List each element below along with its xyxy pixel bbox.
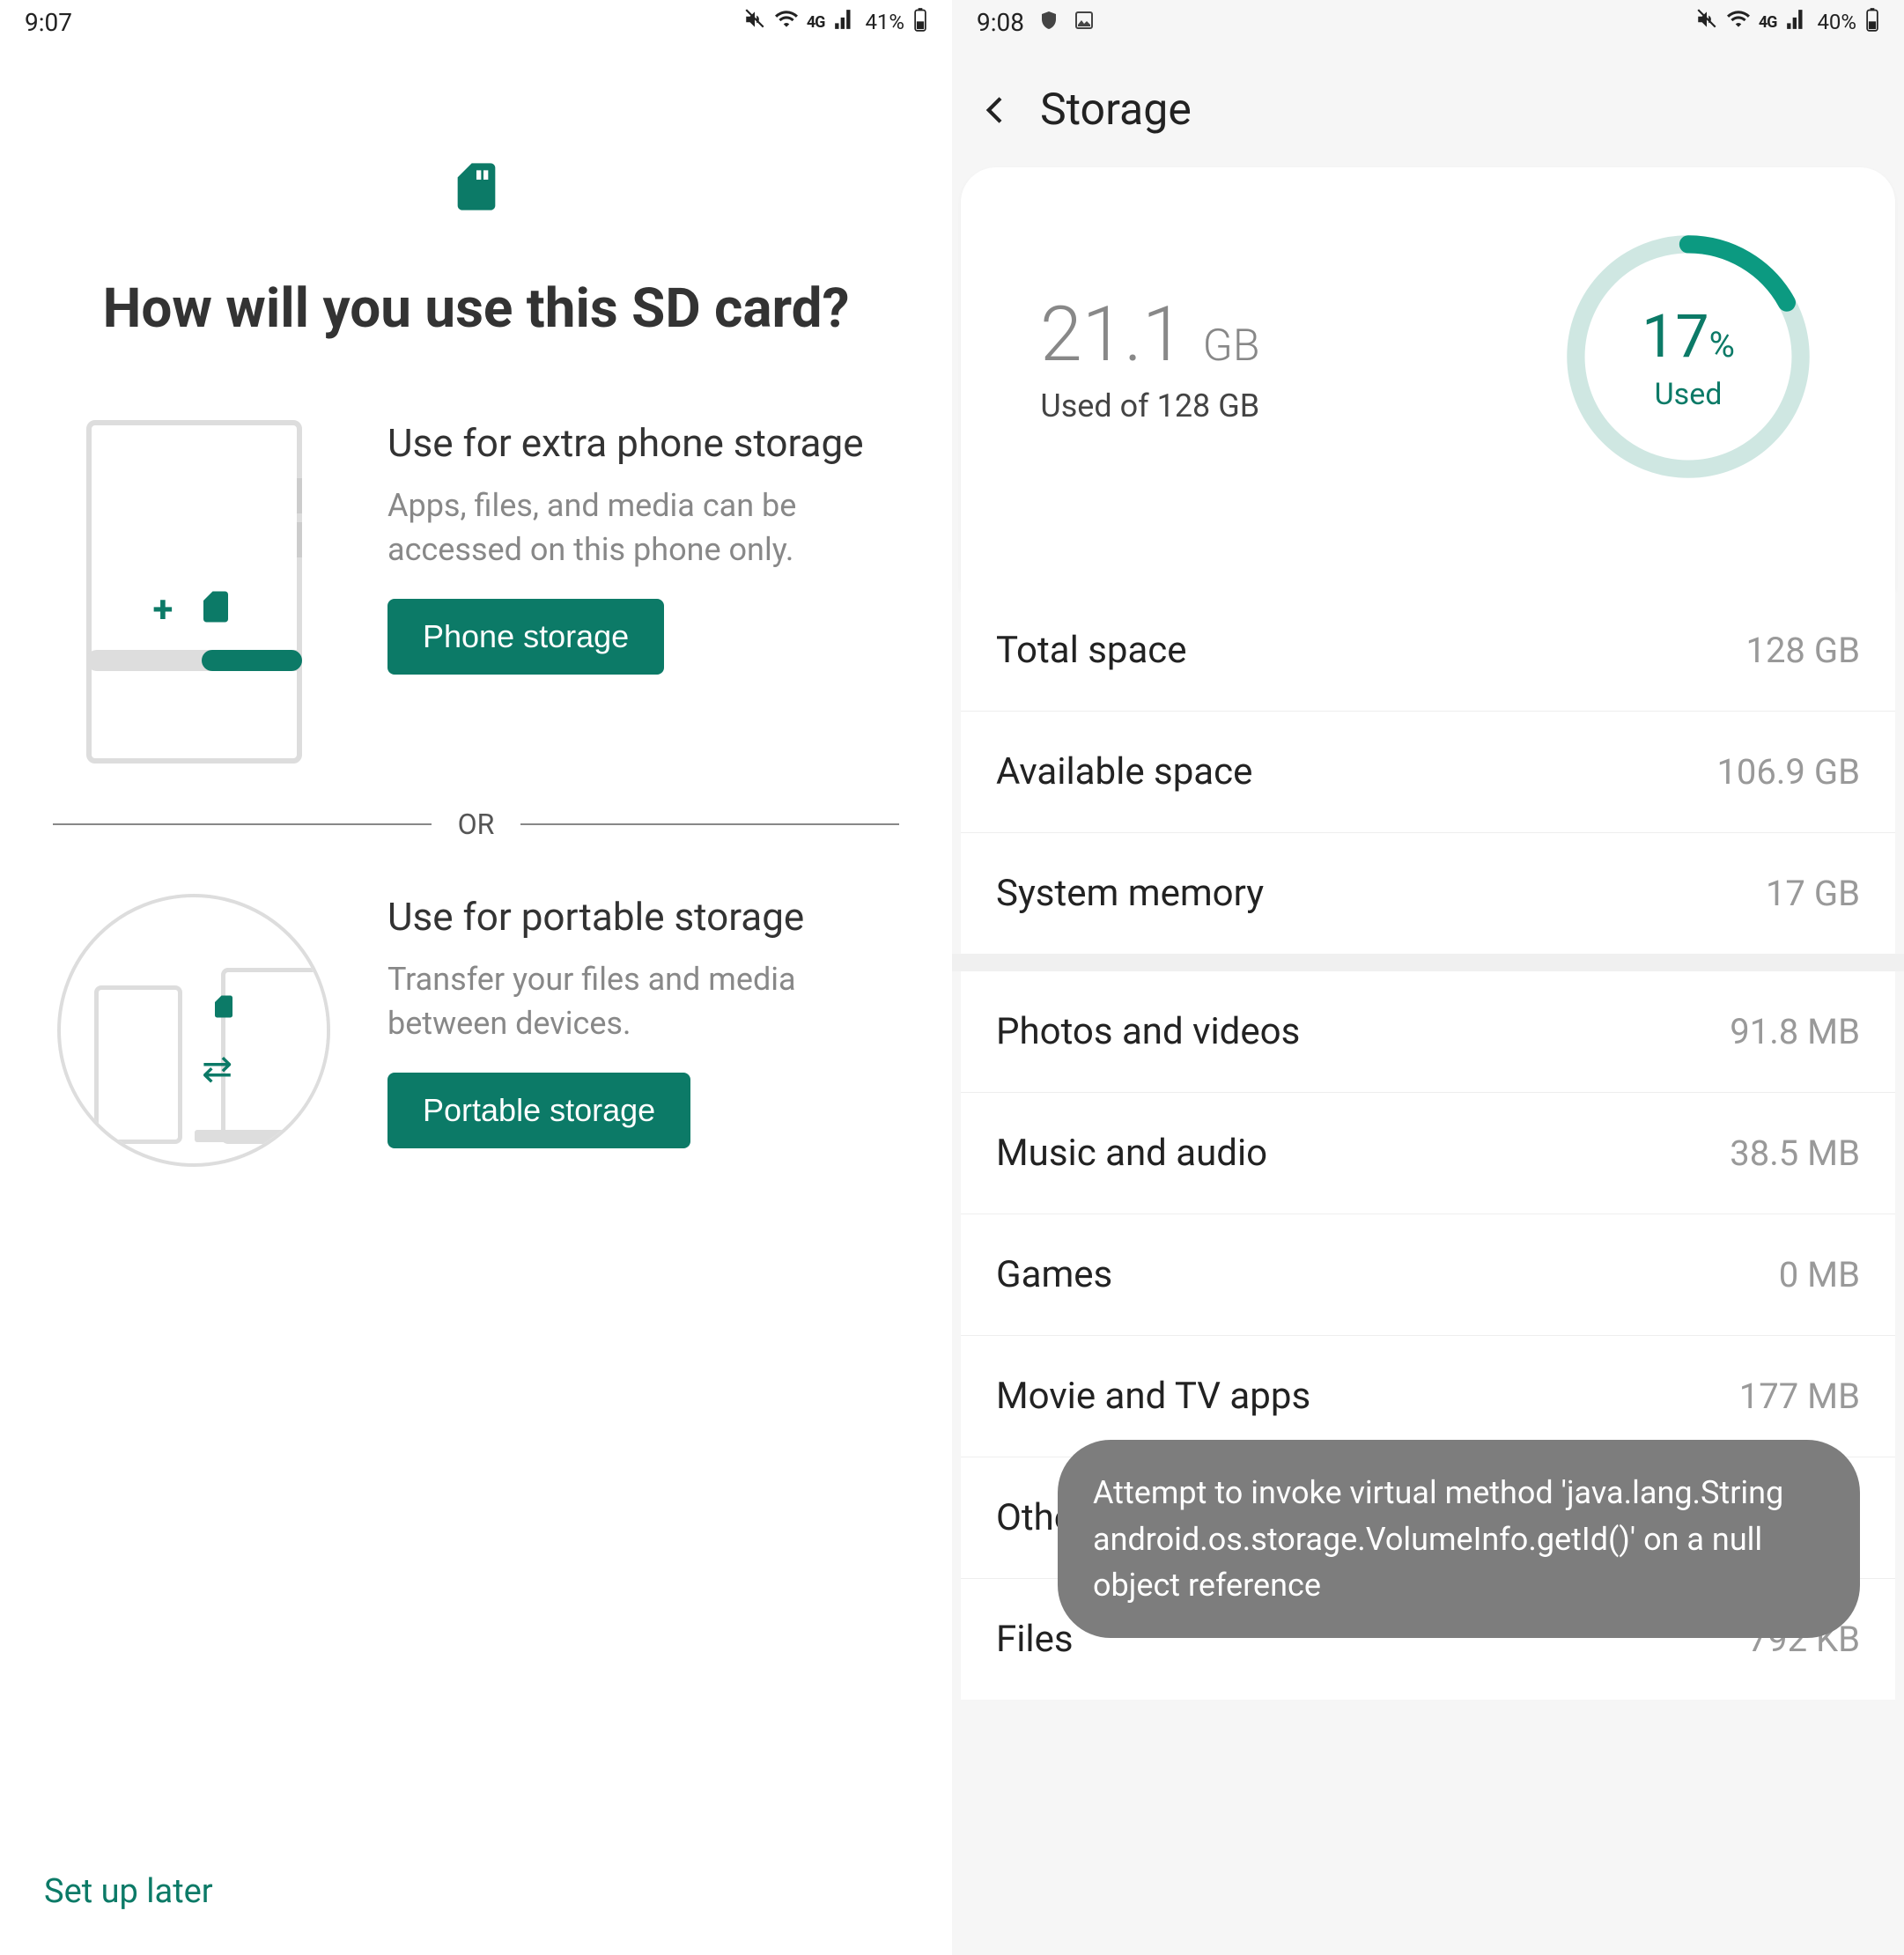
row-label: Files	[996, 1618, 1074, 1661]
screen-title: Storage	[1040, 85, 1192, 136]
row-value: 0 MB	[1779, 1254, 1860, 1295]
status-time: 9:07	[25, 8, 72, 37]
row-value: 17 GB	[1766, 873, 1860, 914]
row-label: System memory	[996, 872, 1264, 915]
signal-icon	[1785, 8, 1808, 36]
network-type-label: 4G	[1759, 13, 1777, 32]
option1-title: Use for extra phone storage	[387, 420, 899, 466]
ring-label: Used	[1655, 377, 1723, 412]
row-label: Music and audio	[996, 1132, 1267, 1175]
option2-desc: Transfer your files and media between de…	[387, 957, 899, 1046]
sd-card-mini-icon	[210, 990, 237, 1023]
row-music-audio[interactable]: Music and audio 38.5 MB	[961, 1093, 1895, 1214]
ring-percent-value: 17	[1642, 301, 1708, 372]
battery-percent: 40%	[1817, 10, 1856, 34]
or-label: OR	[458, 808, 495, 841]
image-icon	[1074, 8, 1095, 37]
signal-icon	[833, 8, 856, 36]
ring-percent-symbol: %	[1709, 324, 1735, 365]
row-total-space[interactable]: Total space 128 GB	[961, 590, 1895, 712]
battery-icon	[1865, 7, 1879, 37]
back-button[interactable]	[978, 92, 1014, 128]
row-label: Photos and videos	[996, 1010, 1300, 1053]
used-value: 21.1	[1040, 290, 1184, 379]
row-value: 38.5 MB	[1730, 1132, 1860, 1174]
sd-card-setup-screen: 9:07 4G 41% Ho	[0, 0, 952, 1955]
sd-card-icon	[448, 159, 505, 215]
storage-list: Total space 128 GB Available space 106.9…	[961, 590, 1895, 954]
row-value: 106.9 GB	[1716, 751, 1860, 793]
status-time: 9:08	[977, 8, 1024, 37]
status-bar: 9:07 4G 41%	[0, 0, 952, 44]
row-value: 91.8 MB	[1730, 1011, 1860, 1052]
row-label: Total space	[996, 629, 1187, 672]
sd-card-mini-icon	[197, 584, 234, 630]
setup-later-link[interactable]: Set up later	[44, 1872, 213, 1911]
used-unit: GB	[1203, 321, 1260, 372]
portable-storage-illustration: ⇄	[53, 894, 335, 1167]
used-amount: 21.1 GB	[1040, 290, 1260, 379]
divider-or: OR	[0, 808, 952, 841]
row-label: Games	[996, 1253, 1112, 1296]
row-value: 177 MB	[1739, 1376, 1860, 1417]
usage-ring-chart: 17% Used	[1561, 229, 1816, 484]
battery-percent: 41%	[865, 10, 904, 34]
page-title: How will you use this SD card?	[0, 277, 952, 341]
row-label: Movie and TV apps	[996, 1375, 1310, 1418]
network-type-label: 4G	[807, 13, 825, 32]
battery-icon	[913, 7, 927, 37]
phone-storage-button[interactable]: Phone storage	[387, 599, 664, 675]
storage-screen: 9:08 4G 40%	[952, 0, 1904, 1955]
storage-summary-card: 21.1 GB Used of 128 GB 17% Used	[961, 167, 1895, 590]
error-toast: Attempt to invoke virtual method 'java.l…	[1058, 1440, 1860, 1638]
status-bar: 9:08 4G 40%	[952, 0, 1904, 44]
shield-icon	[1038, 8, 1059, 37]
mute-icon	[1695, 8, 1718, 36]
row-movie-tv-apps[interactable]: Movie and TV apps 177 MB	[961, 1336, 1895, 1457]
phone-storage-illustration: +	[53, 420, 335, 764]
option-phone-storage: + Use for extra phone storage Apps, file…	[0, 385, 952, 799]
option2-title: Use for portable storage	[387, 894, 899, 940]
app-bar: Storage	[952, 70, 1904, 150]
row-games[interactable]: Games 0 MB	[961, 1214, 1895, 1336]
wifi-icon	[775, 8, 798, 36]
row-available-space[interactable]: Available space 106.9 GB	[961, 712, 1895, 833]
transfer-arrows-icon: ⇄	[202, 1047, 232, 1091]
wifi-icon	[1727, 8, 1750, 36]
row-system-memory[interactable]: System memory 17 GB	[961, 833, 1895, 954]
mute-icon	[743, 8, 766, 36]
row-label: Available space	[996, 750, 1252, 793]
row-value: 128 GB	[1745, 630, 1860, 671]
used-subtitle: Used of 128 GB	[1040, 387, 1260, 424]
plus-icon: +	[153, 588, 173, 631]
row-photos-videos[interactable]: Photos and videos 91.8 MB	[961, 971, 1895, 1093]
option-portable-storage: ⇄ Use for portable storage Transfer your…	[0, 859, 952, 1202]
portable-storage-button[interactable]: Portable storage	[387, 1073, 690, 1148]
option1-desc: Apps, files, and media can be accessed o…	[387, 483, 899, 572]
